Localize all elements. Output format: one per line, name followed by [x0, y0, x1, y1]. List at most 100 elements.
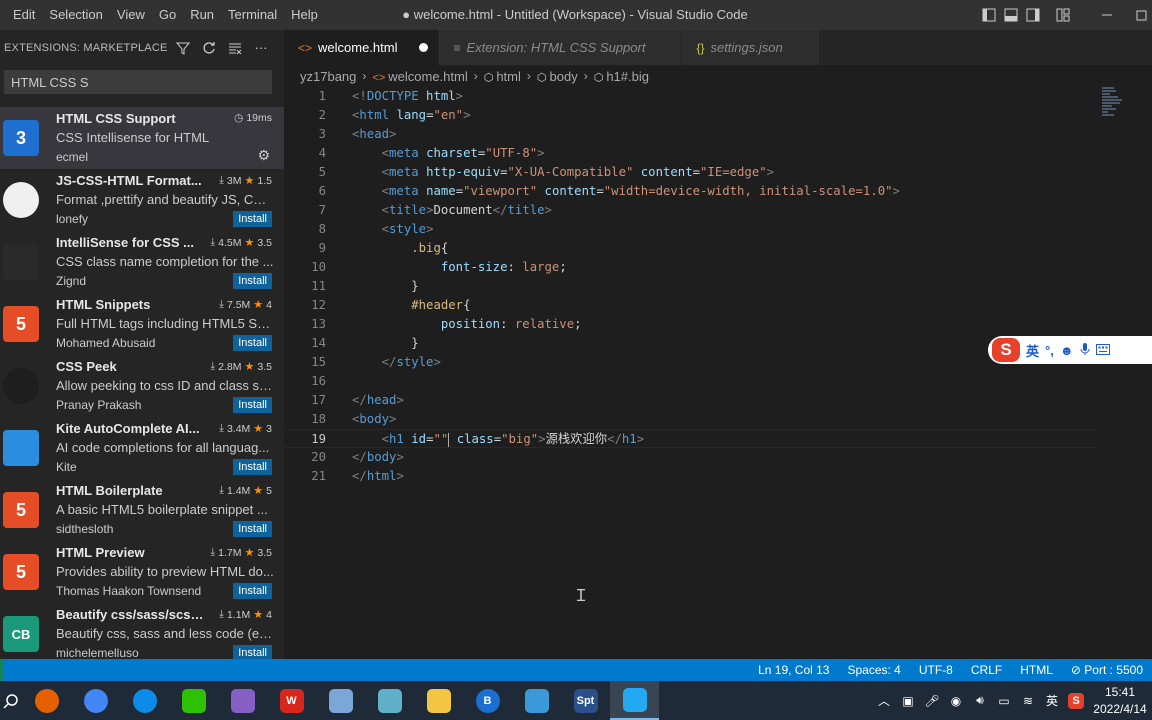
microphone-icon[interactable]: 🎤︎: [920, 681, 944, 720]
keyboard-icon[interactable]: [1095, 343, 1110, 358]
refresh-icon[interactable]: [196, 37, 222, 59]
menu-go[interactable]: Go: [152, 0, 183, 30]
extension-item[interactable]: CB Beautify css/sass/scss... ⤓ 1.1M ★ 4 Beauti…: [0, 603, 284, 659]
minimize-icon[interactable]: [1084, 0, 1130, 30]
tab-label: welcome.html: [318, 40, 398, 55]
wechat-icon[interactable]: [169, 681, 218, 720]
customize-layout-icon[interactable]: [1052, 0, 1074, 30]
sogou-tray-icon[interactable]: S: [1064, 681, 1088, 720]
cursor-position[interactable]: Ln 19, Col 13: [749, 663, 838, 677]
encoding[interactable]: UTF-8: [910, 663, 962, 677]
maximize-icon[interactable]: [1130, 0, 1152, 30]
menu-run[interactable]: Run: [183, 0, 221, 30]
extension-search-box[interactable]: [4, 70, 272, 94]
tray-app-icon[interactable]: ▣: [896, 681, 920, 720]
breadcrumb-item[interactable]: ⬡ body: [537, 69, 578, 84]
menu-help[interactable]: Help: [284, 0, 325, 30]
chrome-icon[interactable]: [71, 681, 120, 720]
install-button[interactable]: Install: [233, 273, 272, 289]
install-button[interactable]: Install: [233, 211, 272, 227]
gear-icon[interactable]: ⚙: [257, 147, 270, 164]
code-token: >: [396, 393, 404, 407]
live-server-port[interactable]: ⊘ Port : 5500: [1062, 663, 1152, 677]
extension-info: Kite AutoComplete AI... ⤓ 3.4M ★ 3 AI code co…: [56, 417, 274, 479]
install-button[interactable]: Install: [233, 521, 272, 537]
more-actions-icon[interactable]: ···: [248, 37, 274, 59]
microphone-icon[interactable]: [1080, 342, 1090, 359]
spt-icon[interactable]: Spt: [561, 681, 610, 720]
extension-search-input[interactable]: [11, 74, 265, 90]
ime-language[interactable]: 英: [1026, 341, 1039, 360]
minimap[interactable]: [1102, 87, 1122, 147]
input-language[interactable]: 英: [1040, 681, 1064, 720]
code-token: {: [463, 298, 471, 312]
extension-item[interactable]: Kite AutoComplete AI... ⤓ 3.4M ★ 3 AI code co…: [0, 417, 284, 479]
install-button[interactable]: Install: [233, 397, 272, 413]
taskbar-app-glyph: B: [475, 688, 500, 713]
search-icon[interactable]: [0, 681, 22, 720]
menu-view[interactable]: View: [110, 0, 152, 30]
extension-item[interactable]: 5 HTML Boilerplate ⤓ 1.4M ★ 5 A basic HTML5 bo…: [0, 479, 284, 541]
edge-icon[interactable]: [120, 681, 169, 720]
breadcrumb-item[interactable]: yz17bang: [300, 69, 356, 84]
notepad-icon[interactable]: [365, 681, 414, 720]
language-mode[interactable]: HTML: [1011, 663, 1062, 677]
file-explorer-icon[interactable]: [414, 681, 463, 720]
extension-item[interactable]: CSS Peek ⤓ 2.8M ★ 3.5 Allow peeking to css ID…: [0, 355, 284, 417]
menu-terminal[interactable]: Terminal: [221, 0, 284, 30]
remote-indicator[interactable]: [0, 659, 3, 681]
toggle-panel-icon[interactable]: [1000, 0, 1022, 30]
filter-icon[interactable]: [170, 37, 196, 59]
breadcrumb-item[interactable]: <> welcome.html: [372, 69, 467, 84]
visual-studio-icon[interactable]: [218, 681, 267, 720]
extension-item[interactable]: 5 HTML Preview ⤓ 1.7M ★ 3.5 Provides ability t…: [0, 541, 284, 603]
code-token: </: [607, 432, 622, 446]
indentation[interactable]: Spaces: 4: [838, 663, 909, 677]
install-button[interactable]: Install: [233, 335, 272, 351]
html-file-icon: <>: [298, 40, 313, 55]
tab-extension-html-css-support[interactable]: ≡ Extension: HTML CSS Support: [439, 30, 683, 65]
code-token: >: [463, 108, 471, 122]
snipping-icon[interactable]: [512, 681, 561, 720]
code-token: "viewport": [463, 184, 538, 198]
extension-item[interactable]: IntelliSense for CSS ... ⤓ 4.5M ★ 3.5 CSS cla…: [0, 231, 284, 293]
extension-item[interactable]: JS-CSS-HTML Format... ⤓ 3M ★ 1.5 Format ,pret…: [0, 169, 284, 231]
clear-results-icon[interactable]: [222, 37, 248, 59]
unsaved-dot-icon[interactable]: [419, 43, 429, 52]
tab-welcome-html[interactable]: <> welcome.html: [284, 30, 440, 65]
paint-icon[interactable]: [316, 681, 365, 720]
vscode-icon[interactable]: [610, 681, 659, 720]
extension-item[interactable]: 3 HTML CSS Support ◷ 19ms CSS Intellisense f…: [0, 107, 284, 169]
wps-icon[interactable]: W: [267, 681, 316, 720]
emoji-icon[interactable]: ☻: [1060, 343, 1074, 358]
qq-icon[interactable]: ◉: [944, 681, 968, 720]
toggle-secondary-sidebar-icon[interactable]: [1022, 0, 1044, 30]
line-text: <!DOCTYPE html>: [352, 87, 463, 106]
volume-icon[interactable]: 🔊︎: [968, 681, 992, 720]
firefox-icon[interactable]: [22, 681, 71, 720]
wifi-icon[interactable]: ≋: [1016, 681, 1040, 720]
rating: 1.5: [257, 174, 272, 187]
end-of-line[interactable]: CRLF: [962, 663, 1011, 677]
breadcrumb-item[interactable]: ⬡ h1#.big: [594, 69, 649, 84]
toggle-primary-sidebar-icon[interactable]: [978, 0, 1000, 30]
menu-edit[interactable]: Edit: [6, 0, 42, 30]
install-button[interactable]: Install: [233, 459, 272, 475]
install-button[interactable]: Install: [233, 583, 272, 599]
menu-selection[interactable]: Selection: [42, 0, 109, 30]
browser-b-icon[interactable]: B: [463, 681, 512, 720]
show-hidden-icons-icon[interactable]: ︿: [872, 681, 896, 720]
extension-item[interactable]: 5 HTML Snippets ⤓ 7.5M ★ 4 Full HTML tags incl…: [0, 293, 284, 355]
code-line: 8 <style>: [284, 220, 1152, 239]
tab-settings-json[interactable]: {} settings.json: [682, 30, 820, 65]
code-editor[interactable]: 1 <!DOCTYPE html> 2 <html lang="en"> 3 <head>…: [284, 87, 1152, 659]
clock[interactable]: 15:41 2022/4/14: [1088, 684, 1152, 718]
star-icon: ★: [253, 609, 264, 621]
punctuation-icon[interactable]: °,: [1045, 343, 1054, 358]
battery-icon[interactable]: ▭: [992, 681, 1016, 720]
breadcrumb-item[interactable]: ⬡ html: [484, 69, 521, 84]
ime-toolbar[interactable]: S 英 °, ☻: [988, 336, 1152, 364]
extension-description: AI code completions for all languag...: [56, 440, 270, 455]
install-button[interactable]: Install: [233, 645, 272, 659]
